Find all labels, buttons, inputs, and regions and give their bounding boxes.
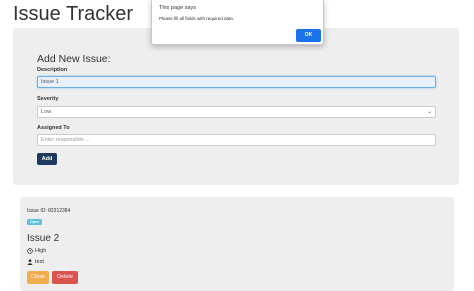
issue-assignee: test (35, 259, 44, 265)
clock-icon (27, 248, 33, 254)
ok-button[interactable]: OK (296, 29, 321, 42)
alert-title: This page says (159, 5, 196, 11)
assigned-to-input[interactable]: Enter responsible ... (37, 134, 436, 146)
chevron-down-icon: ⌄ (426, 109, 432, 115)
issue-title: Issue 2 (27, 233, 60, 244)
delete-button[interactable]: Delete (52, 271, 78, 284)
add-issue-form: Add New Issue: Description Issue 1 Sever… (13, 28, 459, 185)
description-input[interactable]: Issue 1 (37, 76, 436, 88)
severity-select[interactable]: Low ⌄ (37, 106, 436, 118)
severity-select-value: Low (41, 109, 52, 115)
description-label: Description (37, 67, 68, 73)
alert-dialog: This page says Please fill all fields wi… (151, 0, 324, 45)
issue-id: Issue ID: 82312384 (27, 208, 71, 214)
assigned-to-label: Assigned To (37, 125, 70, 131)
app-title: Issue Tracker (13, 3, 134, 25)
form-heading: Add New Issue: (37, 53, 111, 65)
issue-card: Issue ID: 82312384 Open Issue 2 High tes… (20, 197, 454, 291)
assignee-row: test (27, 259, 44, 265)
severity-row: High (27, 248, 46, 254)
page: Issue Tracker Add New Issue: Description… (0, 0, 474, 291)
issue-severity: High (35, 248, 47, 254)
alert-message: Please fill all fields with required dat… (159, 16, 235, 21)
status-badge: Open (27, 219, 42, 225)
close-button[interactable]: Close (27, 271, 49, 284)
add-button[interactable]: Add (37, 153, 57, 165)
user-icon (27, 259, 33, 265)
severity-label: Severity (37, 96, 59, 102)
